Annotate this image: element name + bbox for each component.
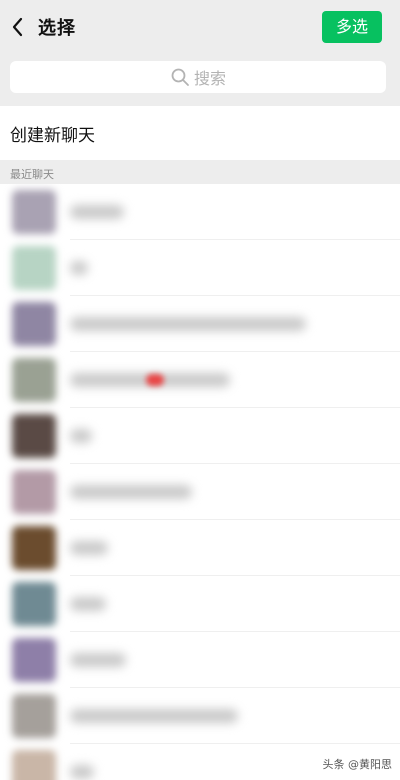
blurred-chat-name	[70, 485, 192, 499]
recent-chats-header: 最近聊天	[10, 168, 54, 181]
recent-chat-list	[0, 184, 400, 780]
avatar	[12, 694, 56, 738]
blurred-chat-name	[70, 205, 124, 219]
search-placeholder-wrap: 搜索	[10, 61, 386, 93]
chat-row[interactable]	[0, 240, 400, 296]
chat-row[interactable]	[0, 296, 400, 352]
avatar	[12, 582, 56, 626]
chat-row[interactable]	[0, 520, 400, 576]
blurred-chat-name	[70, 541, 108, 555]
page-title: 选择	[38, 18, 76, 39]
blurred-chat-name	[70, 261, 88, 275]
avatar	[12, 302, 56, 346]
chat-row[interactable]	[0, 464, 400, 520]
search-input[interactable]: 搜索	[10, 61, 386, 93]
avatar	[12, 190, 56, 234]
chat-row[interactable]	[0, 576, 400, 632]
chat-row[interactable]	[0, 688, 400, 744]
create-new-chat-label: 创建新聊天	[10, 126, 95, 146]
blurred-chat-name	[70, 429, 92, 443]
chevron-left-icon	[12, 17, 23, 37]
avatar	[12, 358, 56, 402]
blurred-chat-name	[70, 765, 94, 779]
avatar	[12, 638, 56, 682]
watermark: 头条 @黄阳思	[322, 758, 393, 771]
blurred-chat-name	[70, 597, 106, 611]
search-icon	[171, 68, 189, 86]
chat-row[interactable]	[0, 408, 400, 464]
blurred-emoji	[146, 374, 164, 386]
blurred-chat-name	[70, 653, 126, 667]
chat-row[interactable]	[0, 184, 400, 240]
multi-select-button[interactable]: 多选	[322, 11, 382, 43]
avatar	[12, 414, 56, 458]
back-button[interactable]	[6, 12, 32, 42]
chat-row[interactable]	[0, 352, 400, 408]
blurred-chat-name	[70, 709, 238, 723]
blurred-chat-name	[70, 317, 306, 331]
header-bar: 选择 多选	[0, 0, 400, 56]
avatar	[12, 246, 56, 290]
avatar	[12, 470, 56, 514]
chat-row[interactable]	[0, 632, 400, 688]
avatar	[12, 526, 56, 570]
search-placeholder: 搜索	[193, 69, 226, 88]
create-new-chat[interactable]: 创建新聊天	[0, 106, 400, 160]
avatar	[12, 750, 56, 780]
